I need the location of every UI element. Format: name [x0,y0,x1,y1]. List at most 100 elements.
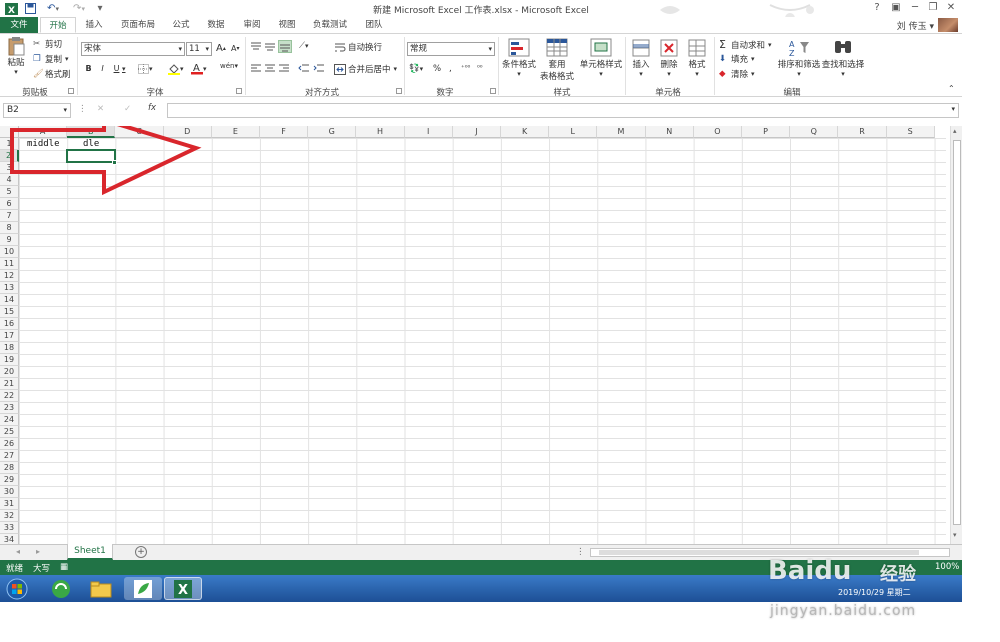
column-header-o[interactable]: O [693,126,742,138]
underline-button[interactable]: U ▾ [111,64,126,74]
zoom-level[interactable]: 100% [935,562,959,572]
restore-button[interactable]: ❐ [925,1,941,15]
tab-team[interactable]: 团队 [358,17,390,33]
tab-load-test[interactable]: 负载测试 [306,17,354,33]
tab-insert[interactable]: 插入 [78,17,110,33]
row-header-32[interactable]: 32 [0,510,19,522]
row-header-14[interactable]: 14 [0,294,19,306]
align-bottom-button[interactable] [278,40,292,53]
cancel-entry-icon[interactable]: ✕ [97,104,104,114]
align-top-button[interactable] [250,41,262,52]
orientation-button[interactable]: ⟋ ▾ [299,41,308,51]
align-right-button[interactable] [278,63,290,74]
tab-page-layout[interactable]: 页面布局 [114,17,162,33]
bold-button[interactable]: B [83,64,94,74]
row-header-20[interactable]: 20 [0,366,19,378]
font-color-button[interactable]: A ▾ [191,62,207,75]
grow-font-button[interactable]: A ▴ [216,43,226,54]
cell-styles-button[interactable]: 单元格样式 ▾ [579,38,623,78]
font-size-select[interactable]: 11 ▾ [186,42,212,56]
dialog-launcher-icon[interactable] [236,88,242,94]
column-header-m[interactable]: M [597,126,646,138]
increase-indent-button[interactable] [313,63,325,74]
row-header-27[interactable]: 27 [0,450,19,462]
previous-sheet-icon[interactable]: ◂ [16,547,20,556]
close-button[interactable]: ✕ [943,1,959,15]
row-header-34[interactable]: 34 [0,534,19,544]
column-header-k[interactable]: K [501,126,550,138]
comma-button[interactable]: , [449,64,452,74]
format-as-table-button[interactable]: 套用 表格格式 [537,38,577,82]
start-button[interactable] [2,577,32,600]
row-header-30[interactable]: 30 [0,486,19,498]
number-format-field[interactable]: 常规 ▾ [407,42,495,56]
dialog-launcher-icon[interactable] [490,88,496,94]
decrease-indent-button[interactable] [298,63,310,74]
fill-color-button[interactable]: ▾ [168,63,184,75]
confirm-entry-icon[interactable]: ✓ [124,104,131,114]
borders-button[interactable]: ▾ [138,64,153,74]
tab-home[interactable]: 开始 [40,17,76,33]
column-header-s[interactable]: S [886,126,935,138]
delete-cells-button[interactable]: 删除 ▾ [656,38,682,78]
row-header-19[interactable]: 19 [0,354,19,366]
fill-button[interactable]: ⬇ 填充 ▾ [719,53,755,65]
font-name-select[interactable]: 宋体 ▾ [81,42,185,56]
sheet-tab-sheet1[interactable]: Sheet1 [67,544,113,560]
tab-review[interactable]: 审阅 [236,17,268,33]
column-header-f[interactable]: F [260,126,309,138]
autosum-button[interactable]: Σ 自动求和 ▾ [719,38,772,51]
wrap-text-button[interactable]: 自动换行 [334,41,382,53]
sort-filter-button[interactable]: AZ 排序和筛选 ▾ [778,38,821,78]
row-header-17[interactable]: 17 [0,330,19,342]
next-sheet-icon[interactable]: ▸ [36,547,40,556]
insert-cells-button[interactable]: 插入 ▾ [628,38,654,78]
dialog-launcher-icon[interactable] [396,88,402,94]
scroll-down-icon[interactable]: ▾ [953,531,957,539]
minimize-button[interactable]: ─ [907,1,923,15]
column-header-l[interactable]: L [549,126,598,138]
row-header-29[interactable]: 29 [0,474,19,486]
phonetic-button[interactable]: wén ▾ [220,62,238,70]
taskbar-browser-app[interactable] [42,577,80,600]
row-header-15[interactable]: 15 [0,306,19,318]
paste-button[interactable]: 粘贴 ▾ [4,36,28,76]
formula-input[interactable]: ▾ [167,103,959,118]
find-select-button[interactable]: 查找和选择 ▾ [822,38,864,78]
vertical-scroll-thumb[interactable] [953,140,961,525]
tab-data[interactable]: 数据 [200,17,232,33]
column-header-j[interactable]: J [452,126,501,138]
row-header-25[interactable]: 25 [0,426,19,438]
formula-bar-grip-icon[interactable]: ⋮ [78,104,87,114]
user-account[interactable]: 刘 传玉 ▾ [897,17,958,33]
font-size-field[interactable]: 11 ▾ [186,42,212,56]
macro-record-icon[interactable]: ▦ [60,562,68,572]
row-header-12[interactable]: 12 [0,270,19,282]
row-header-26[interactable]: 26 [0,438,19,450]
align-center-button[interactable] [264,63,276,74]
tab-formulas[interactable]: 公式 [166,17,196,33]
column-header-q[interactable]: Q [790,126,839,138]
copy-button[interactable]: ❐ 复制 ▾ [33,53,69,65]
row-header-31[interactable]: 31 [0,498,19,510]
taskbar-leaf-app[interactable] [124,577,162,600]
cut-button[interactable]: ✂ 剪切 [33,38,62,50]
font-name-field[interactable]: 宋体 ▾ [81,42,185,56]
taskbar-explorer-app[interactable] [82,577,120,600]
clock-date[interactable]: 2019/10/29 星期二 [838,587,911,598]
worksheet-grid[interactable]: ABCDEFGHIJKLMNOPQRS 1 2 3 4 5 6 7 8 9 10 11 12 13 14 1… [0,126,962,544]
column-header-n[interactable]: N [645,126,694,138]
number-format-select[interactable]: 常规 ▾ [407,42,495,56]
row-header-23[interactable]: 23 [0,402,19,414]
row-header-28[interactable]: 28 [0,462,19,474]
column-header-i[interactable]: I [404,126,453,138]
row-header-33[interactable]: 33 [0,522,19,534]
increase-decimal-button[interactable]: ⁺⁰⁰ [461,64,470,72]
format-painter-button[interactable]: 🖌 格式刷 [33,68,71,80]
merge-center-button[interactable]: 合并后居中 ▾ [334,63,397,75]
tab-file[interactable]: 文件 [0,17,38,33]
column-header-h[interactable]: H [356,126,405,138]
clear-button[interactable]: ◆ 清除 ▾ [719,68,755,80]
help-button[interactable]: ? [869,1,885,15]
row-header-11[interactable]: 11 [0,258,19,270]
